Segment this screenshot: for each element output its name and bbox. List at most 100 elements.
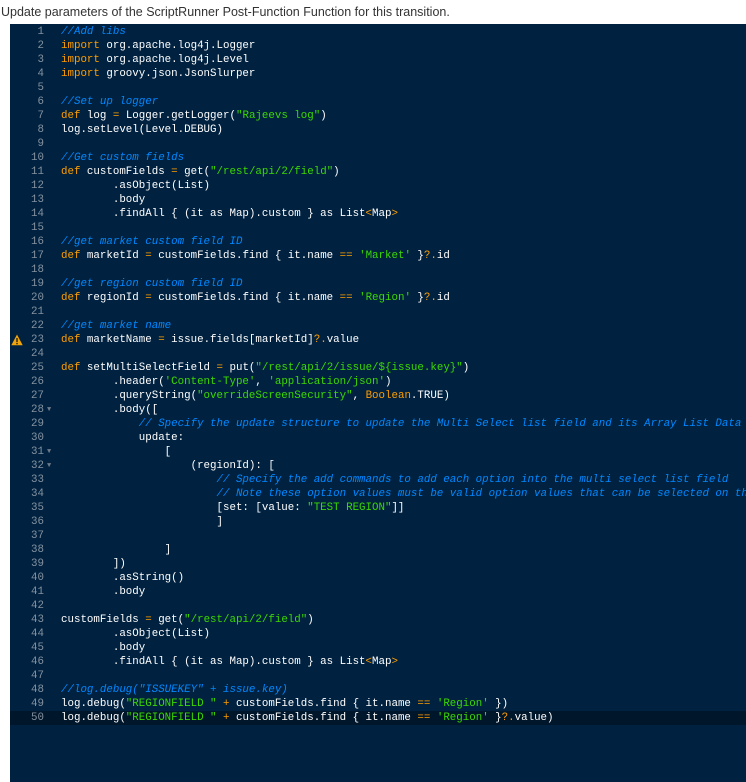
- code-line[interactable]: 1 //Add libs: [10, 25, 746, 39]
- code-line[interactable]: 15: [10, 221, 746, 235]
- code-line[interactable]: 6 //Set up logger: [10, 95, 746, 109]
- code-line[interactable]: 8 log.setLevel(Level.DEBUG): [10, 123, 746, 137]
- code-line[interactable]: 33 // Specify the add commands to add ea…: [10, 473, 746, 487]
- line-number[interactable]: 20: [10, 291, 44, 305]
- code-line[interactable]: 44 .asObject(List): [10, 627, 746, 641]
- line-number[interactable]: 29: [10, 417, 44, 431]
- line-number[interactable]: 41: [10, 585, 44, 599]
- code-line[interactable]: 22 //get market name: [10, 319, 746, 333]
- line-number[interactable]: 3: [10, 53, 44, 67]
- line-number[interactable]: 5: [10, 81, 44, 95]
- code-line[interactable]: 12 .asObject(List): [10, 179, 746, 193]
- code-line[interactable]: 43 customFields = get("/rest/api/2/field"…: [10, 613, 746, 627]
- fold-arrow-icon[interactable]: ▼: [47, 403, 51, 417]
- code-line[interactable]: 23 def marketName = issue.fields[marketId…: [10, 333, 746, 347]
- line-number[interactable]: 37: [10, 529, 44, 543]
- code-line[interactable]: 48 //log.debug("ISSUEKEY" + issue.key): [10, 683, 746, 697]
- code-line[interactable]: 19 //get region custom field ID: [10, 277, 746, 291]
- line-number[interactable]: 49: [10, 697, 44, 711]
- fold-arrow-icon[interactable]: ▼: [47, 445, 51, 459]
- line-number[interactable]: 4: [10, 67, 44, 81]
- warning-icon[interactable]: [11, 334, 23, 346]
- line-number[interactable]: 47: [10, 669, 44, 683]
- line-number[interactable]: 18: [10, 263, 44, 277]
- line-number[interactable]: 25: [10, 361, 44, 375]
- fold-arrow-icon[interactable]: ▼: [47, 459, 51, 473]
- line-number[interactable]: 28: [10, 403, 44, 417]
- code-line[interactable]: 41 .body: [10, 585, 746, 599]
- code-line[interactable]: 7 def log = Logger.getLogger("Rajeevs log…: [10, 109, 746, 123]
- code-line[interactable]: 45 .body: [10, 641, 746, 655]
- line-number[interactable]: 7: [10, 109, 44, 123]
- line-number[interactable]: 42: [10, 599, 44, 613]
- code-line[interactable]: 27 .queryString("overrideScreenSecurity"…: [10, 389, 746, 403]
- code-line[interactable]: 4 import groovy.json.JsonSlurper: [10, 67, 746, 81]
- code-line[interactable]: 32 ▼ (regionId): [: [10, 459, 746, 473]
- code-line[interactable]: 31 ▼ [: [10, 445, 746, 459]
- code-line[interactable]: 38 ]: [10, 543, 746, 557]
- line-number[interactable]: 36: [10, 515, 44, 529]
- code-line[interactable]: 2 import org.apache.log4j.Logger: [10, 39, 746, 53]
- line-number[interactable]: 34: [10, 487, 44, 501]
- code-line[interactable]: 21: [10, 305, 746, 319]
- code-line[interactable]: 37: [10, 529, 746, 543]
- code-line[interactable]: 49 log.debug("REGIONFIELD " + customField…: [10, 697, 746, 711]
- code-line[interactable]: 29 // Specify the update structure to up…: [10, 417, 746, 431]
- line-number[interactable]: 46: [10, 655, 44, 669]
- code-line[interactable]: 40 .asString(): [10, 571, 746, 585]
- code-line[interactable]: 9: [10, 137, 746, 151]
- code-line[interactable]: 20 def regionId = customFields.find { it.…: [10, 291, 746, 305]
- code-line[interactable]: 30 update:: [10, 431, 746, 445]
- line-number[interactable]: 17: [10, 249, 44, 263]
- code-line[interactable]: 10 //Get custom fields: [10, 151, 746, 165]
- code-lines[interactable]: 1 //Add libs 2 import org.apache.log4j.Logg…: [10, 24, 746, 725]
- code-line[interactable]: 3 import org.apache.log4j.Level: [10, 53, 746, 67]
- code-line[interactable]: 26 .header('Content-Type', 'application/…: [10, 375, 746, 389]
- code-line[interactable]: 35 [set: [value: "TEST REGION"]]: [10, 501, 746, 515]
- line-number[interactable]: 44: [10, 627, 44, 641]
- code-line[interactable]: 14 .findAll { (it as Map).custom } as Li…: [10, 207, 746, 221]
- code-editor[interactable]: 1 //Add libs 2 import org.apache.log4j.Logg…: [10, 24, 746, 782]
- line-number[interactable]: 43: [10, 613, 44, 627]
- code-line[interactable]: 11 def customFields = get("/rest/api/2/fi…: [10, 165, 746, 179]
- code-line[interactable]: 46 .findAll { (it as Map).custom } as Li…: [10, 655, 746, 669]
- line-number[interactable]: 27: [10, 389, 44, 403]
- line-number[interactable]: 30: [10, 431, 44, 445]
- code-line[interactable]: 24: [10, 347, 746, 361]
- code-line[interactable]: 47: [10, 669, 746, 683]
- line-number[interactable]: 35: [10, 501, 44, 515]
- line-number[interactable]: 2: [10, 39, 44, 53]
- code-line[interactable]: 13 .body: [10, 193, 746, 207]
- line-number[interactable]: 32: [10, 459, 44, 473]
- code-line[interactable]: 18: [10, 263, 746, 277]
- line-number[interactable]: 38: [10, 543, 44, 557]
- line-number[interactable]: 26: [10, 375, 44, 389]
- code-line[interactable]: 16 //get market custom field ID: [10, 235, 746, 249]
- code-line[interactable]: 36 ]: [10, 515, 746, 529]
- line-number[interactable]: 50: [10, 711, 44, 725]
- line-number[interactable]: 11: [10, 165, 44, 179]
- line-number[interactable]: 40: [10, 571, 44, 585]
- line-number[interactable]: 1: [10, 25, 44, 39]
- code-line[interactable]: 5: [10, 81, 746, 95]
- line-number[interactable]: 48: [10, 683, 44, 697]
- line-number[interactable]: 16: [10, 235, 44, 249]
- line-number[interactable]: 22: [10, 319, 44, 333]
- code-line[interactable]: 25 def setMultiSelectField = put("/rest/a…: [10, 361, 746, 375]
- code-line[interactable]: 34 // Note these option values must be v…: [10, 487, 746, 501]
- line-number[interactable]: 14: [10, 207, 44, 221]
- line-number[interactable]: 13: [10, 193, 44, 207]
- line-number[interactable]: 10: [10, 151, 44, 165]
- line-number[interactable]: 24: [10, 347, 44, 361]
- line-number[interactable]: 6: [10, 95, 44, 109]
- code-line[interactable]: 42: [10, 599, 746, 613]
- line-number[interactable]: 15: [10, 221, 44, 235]
- line-number[interactable]: 45: [10, 641, 44, 655]
- line-number[interactable]: 33: [10, 473, 44, 487]
- line-number[interactable]: 21: [10, 305, 44, 319]
- line-number[interactable]: 8: [10, 123, 44, 137]
- code-line[interactable]: 50 log.debug("REGIONFIELD " + customField…: [10, 711, 746, 725]
- line-number[interactable]: 9: [10, 137, 44, 151]
- line-number[interactable]: 19: [10, 277, 44, 291]
- code-line[interactable]: 39 ]): [10, 557, 746, 571]
